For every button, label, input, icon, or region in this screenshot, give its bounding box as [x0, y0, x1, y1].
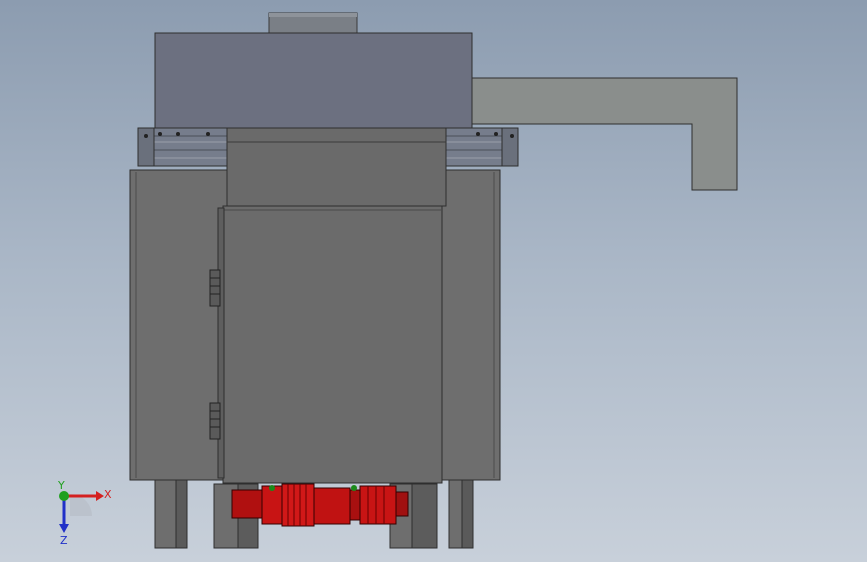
front-cover	[217, 205, 443, 484]
y-axis-dot	[59, 491, 69, 501]
top-housing	[154, 32, 473, 129]
center-column	[226, 127, 447, 207]
hinge-lower	[209, 402, 221, 440]
z-axis-arrow	[59, 496, 69, 533]
y-axis-label: Y	[57, 480, 65, 492]
top-cylinder-cap	[268, 12, 358, 34]
z-axis-label: Z	[60, 534, 68, 547]
cad-viewport[interactable]: X Y Z	[0, 0, 867, 562]
x-axis-label: X	[104, 488, 112, 501]
axis-triad[interactable]: X Y Z	[40, 480, 150, 550]
hinge-upper	[209, 269, 221, 307]
model-drawing	[129, 12, 738, 549]
